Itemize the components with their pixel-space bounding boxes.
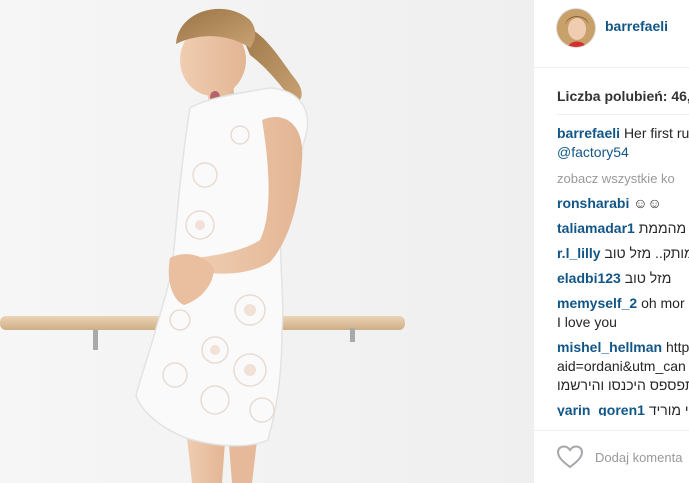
comment-text: http (665, 339, 689, 355)
caption-text: Her first ru (623, 125, 689, 141)
heart-icon-graphic (556, 445, 584, 469)
comment-text: מהממת (638, 220, 687, 236)
comment-username-link[interactable]: ronsharabi (557, 195, 629, 211)
caption: barrefaeli Her first ru (557, 124, 689, 143)
post-actions: Dodaj komenta (534, 430, 689, 483)
comment-username-link[interactable]: memyself_2 (557, 295, 637, 311)
comment-text: מותק.. מזל טוב (604, 245, 689, 261)
heart-outline-icon[interactable] (556, 445, 584, 474)
comment-text: מזל טוב (624, 270, 672, 286)
post-side-panel: barrefaeli Liczba polubień: 46, barrefae… (533, 0, 689, 483)
comment-text: oh mor (641, 295, 685, 311)
caption-username-link[interactable]: barrefaeli (557, 125, 620, 141)
username-link[interactable]: barrefaeli (605, 18, 668, 34)
photo-illustration (0, 0, 533, 483)
comment-item: ronsharabi ☺☺ (557, 194, 689, 213)
comment-item: memyself_2 oh mor (557, 294, 689, 313)
comment-item: yarin_goren1 י מוריד (557, 401, 689, 416)
comment-username-link[interactable]: r.l_lilly (557, 245, 601, 261)
comment-text: י מוריד (648, 402, 689, 416)
comment-username-link[interactable]: yarin_goren1 (557, 402, 645, 416)
comment-username-link[interactable]: taliamadar1 (557, 220, 635, 236)
add-comment-input[interactable]: Dodaj komenta (595, 450, 682, 465)
view-all-comments-link[interactable]: zobacz wszystkie ko (557, 169, 689, 188)
post-photo[interactable] (0, 0, 533, 483)
comment-text-continued: תפספס היכנסו והירשמו (557, 377, 689, 393)
likes-count[interactable]: Liczba polubień: 46, (557, 88, 689, 104)
comment-text-continued: I love you (557, 314, 617, 330)
comment-username-link[interactable]: eladbi123 (557, 270, 621, 286)
post-header: barrefaeli (534, 0, 689, 68)
comment-item: eladbi123 מזל טוב (557, 269, 689, 288)
user-avatar[interactable] (556, 8, 596, 48)
comment-item: taliamadar1 מהממת (557, 219, 689, 238)
caption-mention-link[interactable]: @factory54 (557, 144, 629, 160)
comments-list: barrefaeli Her first ru @factory54 zobac… (557, 124, 689, 416)
comment-item: r.l_lilly מותק.. מזל טוב (557, 244, 689, 263)
comment-username-link[interactable]: mishel_hellman (557, 339, 662, 355)
comment-text-continued: aid=ordani&utm_can (557, 358, 686, 374)
comment-item: mishel_hellman http (557, 338, 689, 357)
comment-text: ☺☺ (633, 195, 662, 211)
divider (557, 114, 689, 115)
caption-mention-row: @factory54 (557, 143, 689, 162)
avatar-portrait-icon (557, 9, 595, 47)
